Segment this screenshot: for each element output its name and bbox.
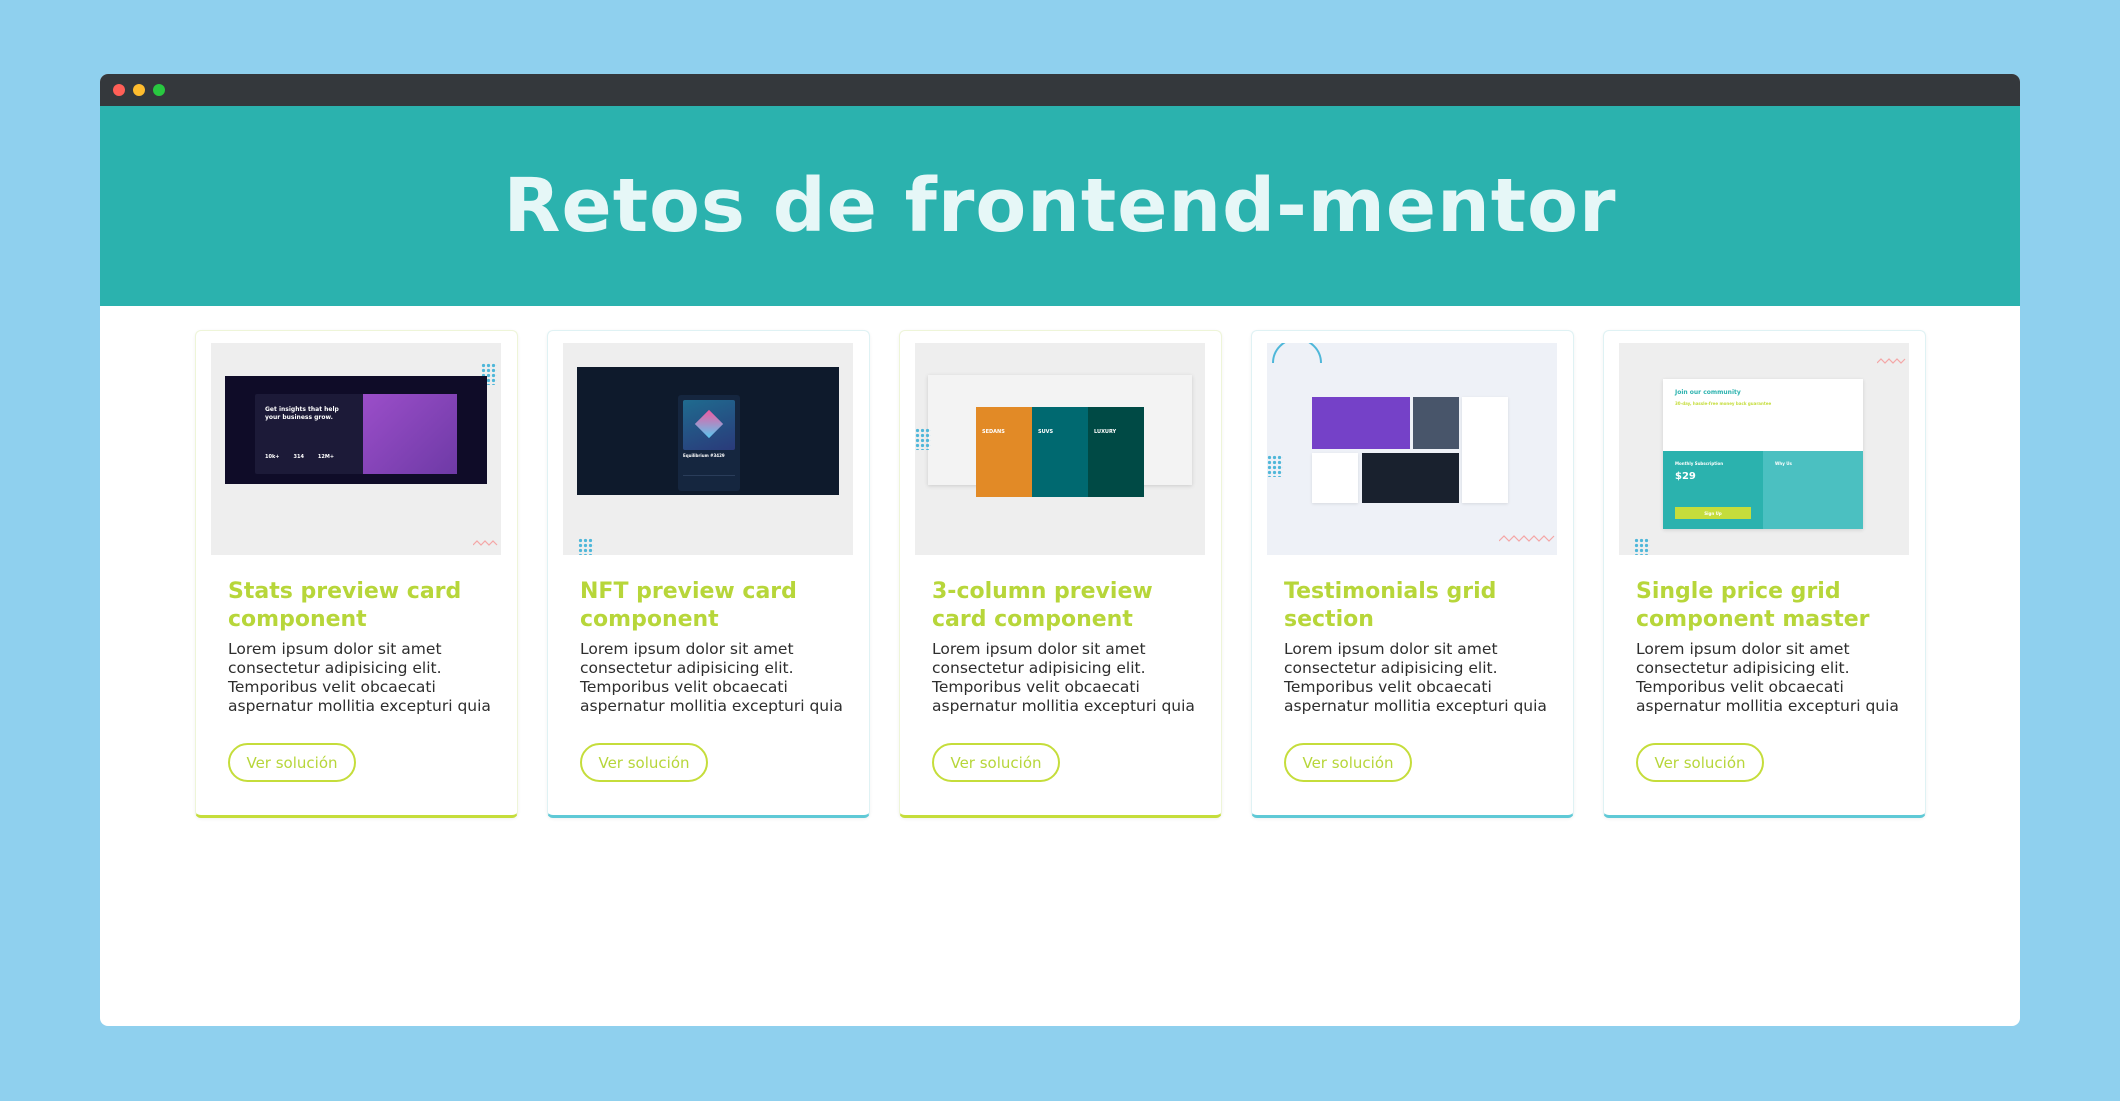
thumb-plan: Monthly Subscription (1675, 461, 1724, 466)
card-thumbnail-3-column: SEDANS SUVS LUXURY (915, 343, 1205, 555)
challenge-card: Get insights that help your business gro… (195, 330, 518, 818)
preview-frame: Equilibrium #3429 (577, 367, 839, 495)
thumb-column-label: LUXURY (1094, 429, 1117, 435)
dots-decoration-icon (915, 428, 931, 450)
hero-banner: Retos de frontend-mentor (100, 106, 2020, 306)
dots-decoration-icon (1634, 538, 1650, 555)
maximize-dot-icon[interactable] (153, 84, 165, 96)
preview-frame: SEDANS SUVS LUXURY (928, 375, 1192, 497)
card-description: Lorem ipsum dolor sit amet consectetur a… (228, 640, 491, 715)
challenge-card: Testimonials grid section Lorem ipsum do… (1251, 330, 1574, 818)
card-description: Lorem ipsum dolor sit amet consectetur a… (1636, 640, 1899, 715)
dots-decoration-icon (578, 538, 594, 555)
close-dot-icon[interactable] (113, 84, 125, 96)
card-title: Stats preview card component (228, 579, 462, 632)
challenge-card: Equilibrium #3429 NFT preview card compo… (547, 330, 870, 818)
challenge-card: Join our community 30-day, hassle-free m… (1603, 330, 1926, 818)
card-title: Testimonials grid section (1284, 579, 1497, 632)
thumb-cta: Sign Up (1704, 510, 1722, 516)
wave-decoration-icon (473, 540, 498, 546)
card-title: NFT preview card component (580, 579, 797, 632)
thumb-pricing-subheading: 30-day, hassle-free money back guarantee (1675, 401, 1772, 406)
card-title: Single price grid component master (1636, 579, 1870, 632)
thumb-stat: 314 (293, 454, 304, 460)
card-thumbnail-stats: Get insights that help your business gro… (211, 343, 501, 555)
thumb-pricing-heading: Join our community (1675, 389, 1741, 396)
card-title: 3-column preview card component (932, 579, 1153, 632)
preview-frame: Join our community 30-day, hassle-free m… (1663, 379, 1863, 529)
page-title: Retos de frontend-mentor (503, 163, 1617, 249)
thumb-stat: 12M+ (317, 454, 335, 460)
challenge-card: SEDANS SUVS LUXURY 3-column preview card… (899, 330, 1222, 818)
view-solution-button[interactable]: Ver solución (1636, 743, 1764, 782)
dots-decoration-icon (1267, 455, 1283, 477)
card-thumbnail-testimonials (1267, 343, 1557, 555)
challenge-cards: Get insights that help your business gro… (195, 330, 1926, 818)
browser-window: Retos de frontend-mentor Get insights th… (100, 74, 2020, 1026)
view-solution-button[interactable]: Ver solución (228, 743, 356, 782)
thumb-stat: 10k+ (265, 454, 280, 460)
view-solution-button[interactable]: Ver solución (580, 743, 708, 782)
minimize-dot-icon[interactable] (133, 84, 145, 96)
wave-decoration-icon (1499, 535, 1555, 542)
card-description: Lorem ipsum dolor sit amet consectetur a… (932, 640, 1195, 715)
thumb-nft-title: Equilibrium #3429 (683, 453, 725, 458)
wave-decoration-icon (1877, 358, 1906, 364)
card-description: Lorem ipsum dolor sit amet consectetur a… (580, 640, 843, 715)
card-thumbnail-nft: Equilibrium #3429 (563, 343, 853, 555)
view-solution-button[interactable]: Ver solución (1284, 743, 1412, 782)
thumb-why: Why Us (1775, 461, 1792, 466)
view-solution-button[interactable]: Ver solución (932, 743, 1060, 782)
thumb-heading: Get insights that help your business gro… (265, 406, 339, 421)
preview-frame: Get insights that help your business gro… (225, 376, 487, 484)
window-title-bar (100, 74, 2020, 106)
card-description: Lorem ipsum dolor sit amet consectetur a… (1284, 640, 1547, 715)
card-thumbnail-pricing: Join our community 30-day, hassle-free m… (1619, 343, 1909, 555)
thumb-column-label: SEDANS (982, 429, 1005, 435)
thumb-price: $29 (1675, 471, 1696, 482)
thumb-column-label: SUVS (1038, 429, 1054, 435)
circle-decoration-icon (1272, 343, 1322, 363)
